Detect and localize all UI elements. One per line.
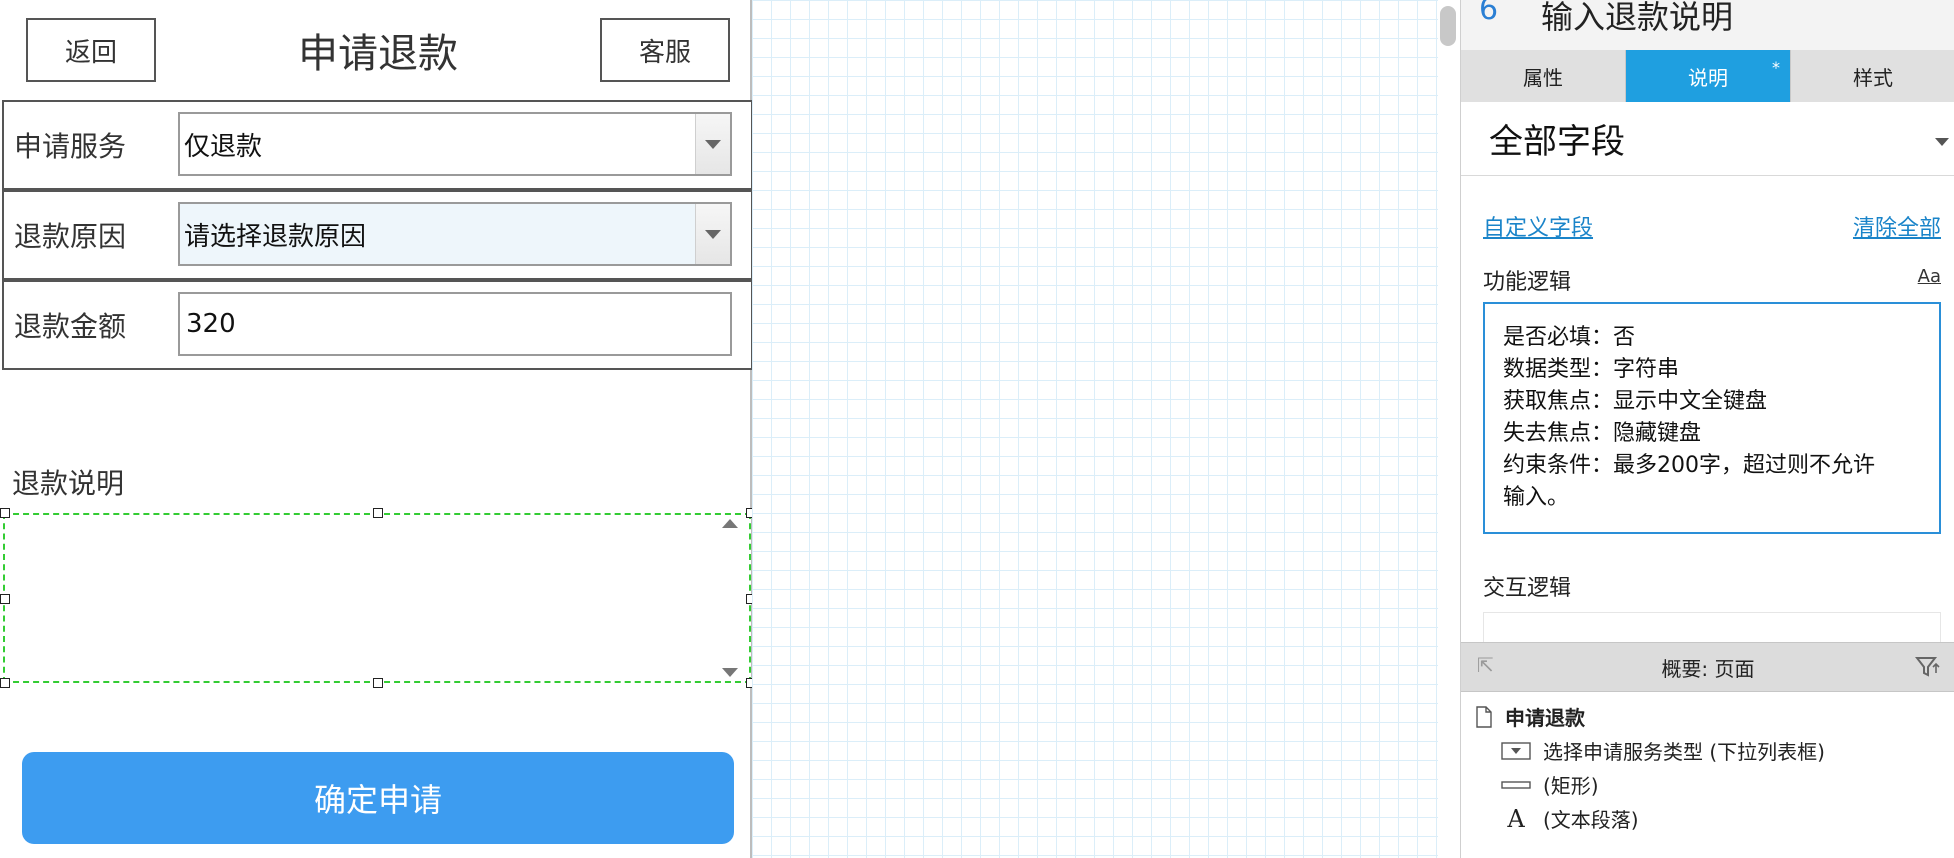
chevron-down-icon — [1935, 138, 1949, 146]
logic-line: 是否必填：否 — [1503, 325, 1636, 350]
description-textarea[interactable] — [3, 513, 751, 683]
tab-notes[interactable]: 说明 * — [1626, 50, 1791, 102]
form-row-amount: 退款金额 320 — [2, 280, 753, 370]
tree-item-label: (文本段落) — [1543, 808, 1639, 832]
tab-properties[interactable]: 属性 — [1461, 50, 1626, 102]
resize-handle[interactable] — [0, 594, 10, 604]
design-canvas[interactable] — [752, 0, 1438, 858]
reason-label: 退款原因 — [14, 220, 127, 253]
inspector-tabs: 属性 说明 * 样式 — [1461, 50, 1954, 102]
tree-item-label: (矩形) — [1543, 774, 1599, 798]
tab-label: 说明 — [1688, 65, 1728, 90]
resize-handle[interactable] — [373, 508, 383, 518]
canvas-scrollbar[interactable] — [1438, 0, 1460, 858]
function-logic-textarea[interactable]: 是否必填：否 数据类型：字符串 获取焦点：显示中文全键盘 失去焦点：隐藏键盘 约… — [1483, 302, 1941, 534]
logic-line: 输入。 — [1503, 485, 1570, 510]
tree-item-label: 申请退款 — [1505, 706, 1585, 730]
inspector-panel: 6 输入退款说明 属性 说明 * 样式 全部字段 自定义字段 清除全部 功能逻辑 … — [1460, 0, 1954, 858]
resize-handle[interactable] — [0, 508, 10, 518]
logic-line: 获取焦点：显示中文全键盘 — [1503, 389, 1768, 414]
chevron-down-icon — [705, 139, 721, 149]
resize-handle[interactable] — [0, 678, 10, 688]
logic-line: 数据类型：字符串 — [1503, 357, 1680, 382]
notes-body: 自定义字段 清除全部 功能逻辑 Aa 是否必填：否 数据类型：字符串 获取焦点：… — [1461, 176, 1954, 642]
outline-title: 概要: 页面 — [1661, 656, 1755, 681]
confirm-apply-button[interactable]: 确定申请 — [22, 752, 734, 844]
fieldset-value: 全部字段 — [1489, 122, 1625, 162]
font-format-icon[interactable]: Aa — [1918, 266, 1941, 287]
interaction-logic-label: 交互逻辑 — [1483, 576, 1572, 601]
service-select[interactable]: 仅退款 — [178, 112, 732, 176]
widget-name[interactable]: 输入退款说明 — [1541, 0, 1733, 38]
form-row-reason: 退款原因 请选择退款原因 — [2, 190, 753, 280]
reason-select-value: 请选择退款原因 — [184, 221, 367, 252]
widget-number: 6 — [1479, 0, 1499, 27]
fieldset-dropdown[interactable]: 全部字段 — [1461, 102, 1954, 176]
logic-line: 约束条件：最多200字，超过则不允许 — [1503, 453, 1875, 478]
back-button[interactable]: 返回 — [26, 18, 156, 82]
tree-item-label: 选择申请服务类型 (下拉列表框) — [1543, 740, 1825, 764]
tree-item-dropdown[interactable]: 选择申请服务类型 (下拉列表框) — [1501, 736, 1825, 765]
rectangle-icon — [1501, 779, 1531, 791]
outline-header: ⇱ 概要: 页面 — [1461, 642, 1954, 692]
service-select-value: 仅退款 — [184, 131, 263, 162]
canvas-scroll-thumb[interactable] — [1440, 6, 1456, 46]
description-label: 退款说明 — [12, 467, 125, 500]
custom-fields-link[interactable]: 自定义字段 — [1483, 210, 1593, 242]
tree-item-rectangle[interactable]: (矩形) — [1501, 770, 1599, 799]
interaction-logic-textarea[interactable] — [1483, 612, 1941, 642]
amount-label: 退款金额 — [14, 310, 127, 343]
logic-line: 失去焦点：隐藏键盘 — [1503, 421, 1702, 446]
mobile-prototype: 返回 申请退款 客服 申请服务 仅退款 退款原因 请选择退款原因 退款金额 32… — [0, 0, 756, 858]
tree-item-text[interactable]: A (文本段落) — [1501, 804, 1639, 833]
tab-label: 属性 — [1523, 65, 1563, 90]
service-select-arrow[interactable] — [695, 114, 730, 174]
form-row-service: 申请服务 仅退款 — [2, 100, 753, 190]
resize-handle[interactable] — [373, 678, 383, 688]
outline-tree: 申请退款 选择申请服务类型 (下拉列表框) (矩形) A (文本段落) — [1461, 692, 1954, 858]
scroll-down-icon[interactable] — [722, 668, 738, 677]
scroll-up-icon[interactable] — [722, 519, 738, 528]
filter-icon[interactable] — [1914, 655, 1941, 683]
page-icon — [1475, 705, 1493, 728]
service-label: 申请服务 — [14, 130, 127, 163]
function-logic-label: 功能逻辑 — [1483, 270, 1572, 295]
tab-label: 样式 — [1853, 65, 1893, 90]
text-icon: A — [1507, 804, 1525, 833]
reason-select-arrow[interactable] — [695, 204, 730, 264]
clear-all-link[interactable]: 清除全部 — [1853, 210, 1941, 242]
customer-service-button[interactable]: 客服 — [600, 18, 730, 82]
reason-select[interactable]: 请选择退款原因 — [178, 202, 732, 266]
textarea-scrollbar[interactable] — [715, 519, 745, 677]
page-title: 申请退款 — [298, 31, 458, 77]
dropdown-icon — [1501, 741, 1531, 760]
modified-marker: * — [1772, 58, 1780, 77]
tree-item-page[interactable]: 申请退款 — [1475, 702, 1585, 731]
chevron-down-icon — [705, 229, 721, 239]
amount-input[interactable]: 320 — [178, 292, 732, 356]
tab-style[interactable]: 样式 — [1791, 50, 1954, 102]
